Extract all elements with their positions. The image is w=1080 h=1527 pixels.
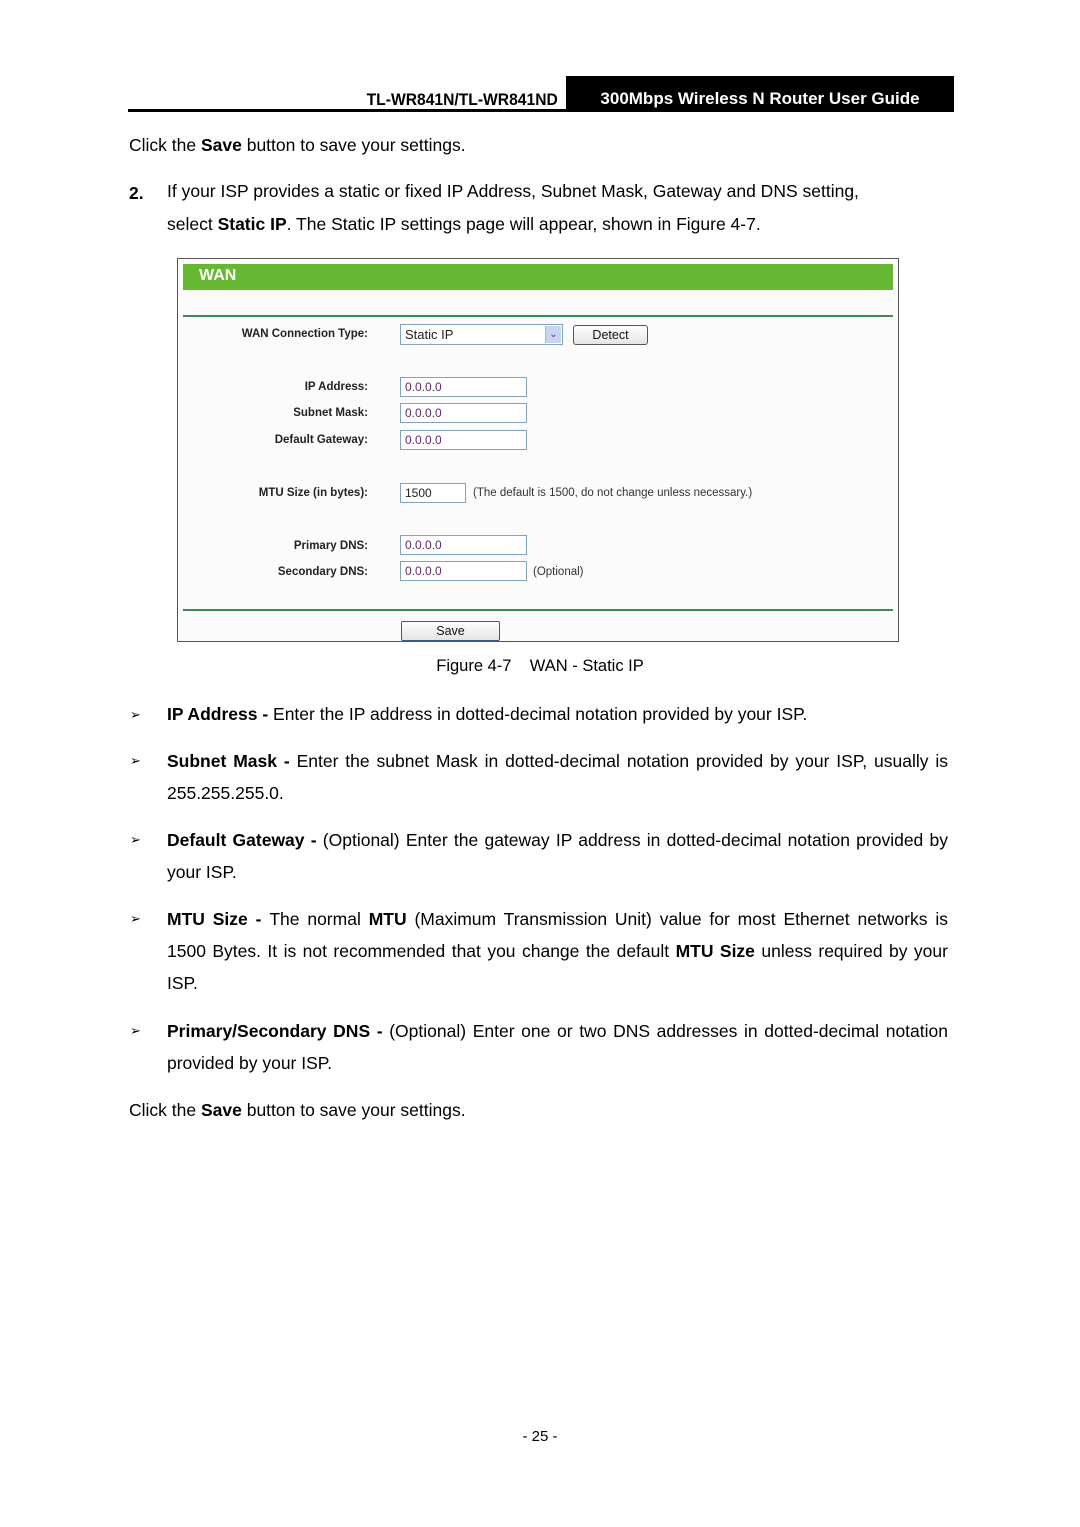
wan-connection-type-label: WAN Connection Type: [241,328,368,340]
primary-dns-label: Primary DNS: [293,540,368,552]
bullet-desc: Enter the IP address in dotted-decimal n… [273,704,808,724]
bullet-mtu-size: MTU Size - The normal MTU (Maximum Trans… [167,903,948,999]
bullet-desc: The normal [269,909,369,929]
text-bold: Save [200,1100,242,1120]
header-model: TL-WR841N/TL-WR841ND [366,90,558,109]
default-gateway-label: Default Gateway: [274,434,368,446]
text: Click the [129,1100,201,1120]
divider [183,609,893,611]
mtu-size-input[interactable]: 1500 [400,483,466,503]
figure-caption: Figure 4-7 WAN - Static IP [436,657,644,675]
detect-button[interactable]: Detect [573,325,648,345]
text: select [167,214,218,234]
step-text-line-2: select Static IP. The Static IP settings… [167,208,948,241]
panel-title-bar: WAN [183,264,893,290]
bullet-arrow-icon: ➢ [130,707,141,722]
header-rule [128,109,954,112]
ip-address-label: IP Address: [304,381,368,393]
bullet-term: MTU Size - [167,909,270,929]
bullet-bold: MTU Size [675,941,755,961]
text: button to save your settings. [241,135,466,155]
header-guide-title: 300Mbps Wireless N Router User Guide [566,76,954,112]
subnet-mask-input[interactable]: 0.0.0.0 [400,403,527,423]
header-guide-title-text: 300Mbps Wireless N Router User Guide [600,89,920,108]
text: button to save your settings. [241,1100,466,1120]
text: . The Static IP settings page will appea… [286,214,761,234]
bullet-dns: Primary/Secondary DNS - (Optional) Enter… [167,1015,948,1079]
text-bold: Save [200,135,242,155]
ip-address-input[interactable]: 0.0.0.0 [400,377,527,397]
step-text-line-1: If your ISP provides a static or fixed I… [167,181,859,201]
bullet-term: Primary/Secondary DNS - [167,1021,390,1041]
bullet-arrow-icon: ➢ [130,832,141,847]
text: Click the [129,135,201,155]
bullet-arrow-icon: ➢ [130,753,141,768]
bullet-bold: MTU [368,909,407,929]
save-button[interactable]: Save [401,621,500,641]
figure-wan-static-ip: WAN WAN Connection Type: Static IP ⌄ Det… [177,258,899,642]
secondary-dns-input[interactable]: 0.0.0.0 [400,561,527,581]
bullet-term: IP Address - [167,704,274,724]
wan-connection-type-select[interactable]: Static IP ⌄ [400,324,563,345]
secondary-dns-label: Secondary DNS: [277,566,368,578]
bullet-term: Subnet Mask - [167,751,297,771]
page-number: - 25 - [522,1428,558,1445]
primary-dns-input[interactable]: 0.0.0.0 [400,535,527,555]
step-number: 2. [129,183,144,203]
bullet-default-gateway: Default Gateway - (Optional) Enter the g… [167,824,948,888]
bullet-arrow-icon: ➢ [130,911,141,926]
step-text: If your ISP provides a static or fixed I… [167,175,948,241]
bullet-term: Default Gateway - [167,830,323,850]
select-value: Static IP [405,327,454,342]
text-bold: Static IP [217,214,287,234]
divider [183,315,893,317]
bullet-subnet-mask: Subnet Mask - Enter the subnet Mask in d… [167,745,948,809]
bullet-arrow-icon: ➢ [130,1023,141,1038]
intro-save-line: Click the Save button to save your setti… [129,129,466,162]
bullet-ip-address: IP Address - Enter the IP address in dot… [167,698,948,730]
panel-title: WAN [199,267,237,284]
page-header: TL-WR841N/TL-WR841ND 300Mbps Wireless N … [128,76,954,112]
mtu-hint: (The default is 1500, do not change unle… [473,487,753,499]
closing-save-line: Click the Save button to save your setti… [129,1094,466,1127]
default-gateway-input[interactable]: 0.0.0.0 [400,430,527,450]
mtu-size-label: MTU Size (in bytes): [258,487,368,499]
subnet-mask-label: Subnet Mask: [293,407,368,419]
chevron-down-icon[interactable]: ⌄ [545,326,561,343]
secondary-dns-hint: (Optional) [533,566,584,578]
